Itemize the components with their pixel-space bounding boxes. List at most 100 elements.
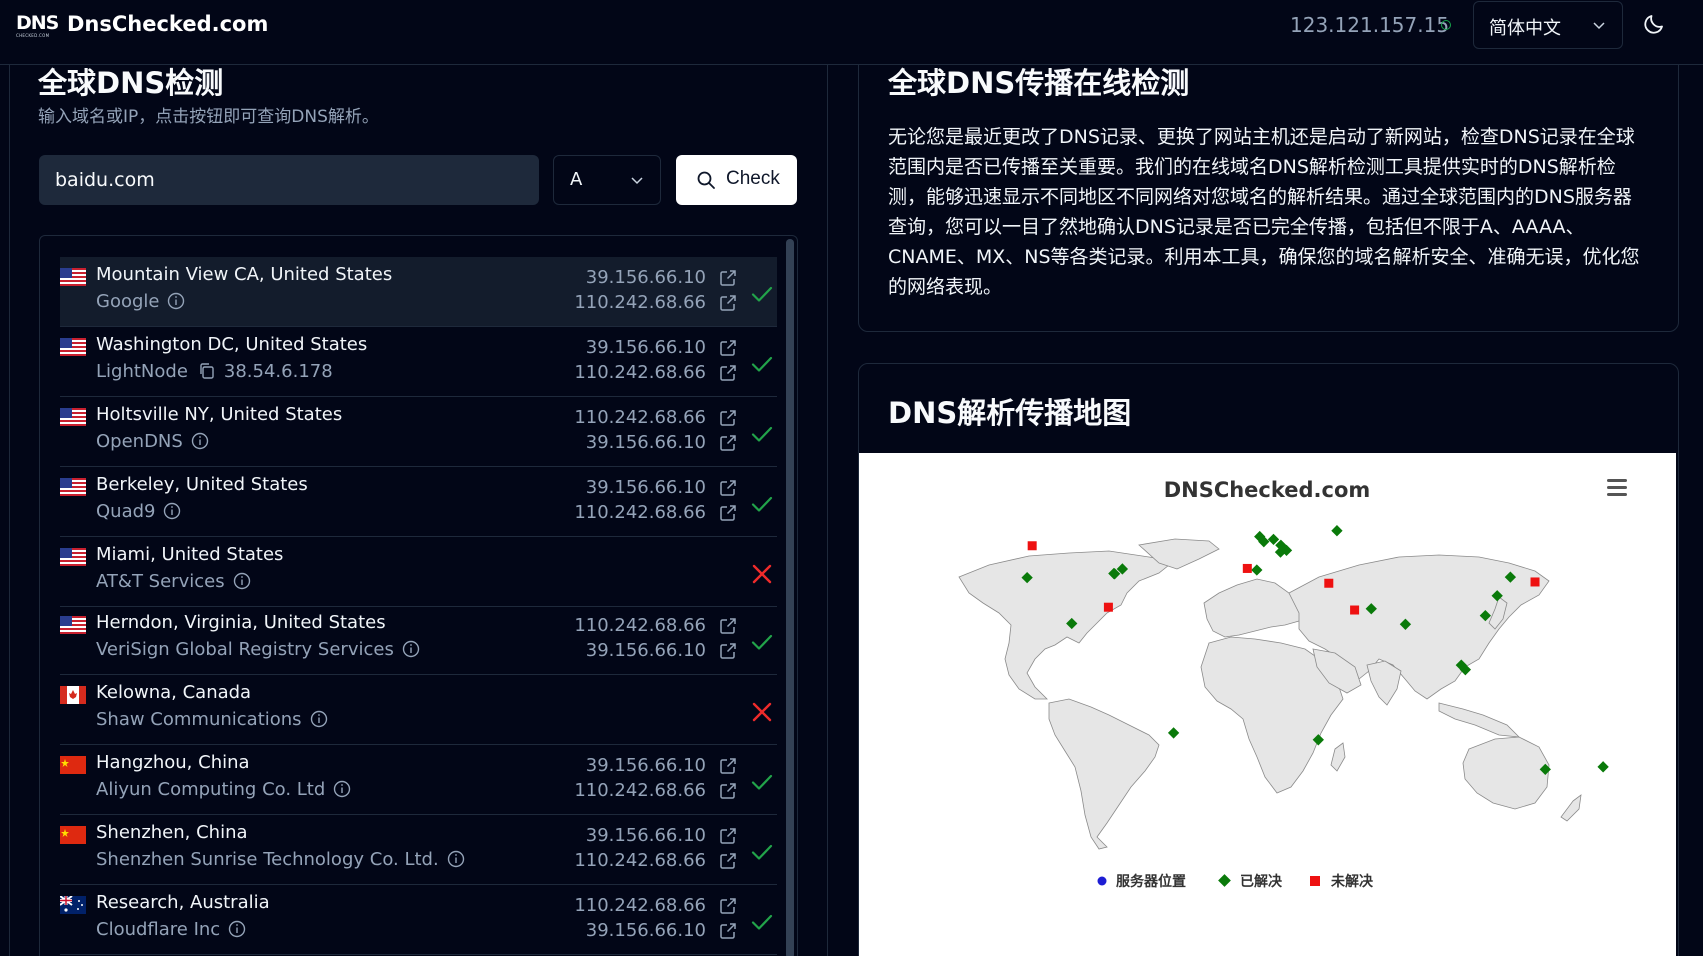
unresolved-marker[interactable]: [1324, 578, 1334, 588]
external-link-icon[interactable]: [719, 617, 737, 635]
result-row[interactable]: Research, Australia Cloudflare Inc 110.242…: [60, 885, 777, 955]
moon-icon[interactable]: [1642, 12, 1666, 36]
resolved-ip[interactable]: 39.156.66.10: [586, 825, 706, 846]
result-location: Washington DC, United States: [96, 334, 368, 355]
site-brand[interactable]: DnsChecked.com: [67, 12, 268, 36]
resolved-ip[interactable]: 39.156.66.10: [586, 432, 706, 453]
external-link-icon[interactable]: [719, 642, 737, 660]
legend-resolved-label[interactable]: 已解决: [1240, 873, 1283, 890]
result-row[interactable]: Washington DC, United States LightNode 38.…: [60, 327, 777, 397]
result-provider-line: OpenDNS: [96, 431, 209, 455]
resolved-marker[interactable]: [1597, 761, 1609, 773]
chevron-down-icon: [631, 177, 643, 185]
external-link-icon[interactable]: [719, 504, 737, 522]
about-title: 全球DNS传播在线检测: [888, 66, 1190, 100]
external-link-icon[interactable]: [719, 294, 737, 312]
world-map-chart: DNSChecked.com 服务器位置 已解决 未解决: [958, 478, 1627, 890]
info-icon[interactable]: [228, 920, 246, 943]
legend-resolved-marker: [1218, 874, 1231, 887]
external-link-icon[interactable]: [719, 434, 737, 452]
result-row[interactable]: Herndon, Virginia, United States VeriSign…: [60, 605, 777, 675]
results-scrollbar-thumb[interactable]: [786, 239, 794, 956]
info-icon[interactable]: [167, 292, 185, 315]
unresolved-marker[interactable]: [1530, 577, 1540, 587]
unresolved-marker[interactable]: [1027, 541, 1037, 551]
resolved-ip[interactable]: 39.156.66.10: [586, 755, 706, 776]
resolved-marker[interactable]: [1251, 564, 1263, 576]
domain-input[interactable]: [39, 155, 539, 205]
online-status-icon: [1441, 20, 1451, 30]
resolved-ip[interactable]: 39.156.66.10: [586, 267, 706, 288]
external-link-icon[interactable]: [719, 339, 737, 357]
info-icon[interactable]: [333, 780, 351, 803]
info-icon[interactable]: [163, 502, 181, 525]
external-link-icon[interactable]: [719, 269, 737, 287]
result-provider-line: Google: [96, 291, 185, 315]
dns-logo[interactable]: DNS CHECKED.COM: [16, 12, 59, 39]
resolved-ip[interactable]: 110.242.68.66: [574, 407, 706, 428]
new-zealand-shape: [1560, 794, 1582, 822]
result-location: Herndon, Virginia, United States: [96, 612, 386, 633]
result-provider: AT&T Services: [96, 571, 225, 592]
menu-icon[interactable]: [1607, 479, 1627, 496]
result-row[interactable]: Kelowna, Canada Shaw Communications: [60, 675, 777, 745]
result-row[interactable]: Mountain View CA, United States Google 39.…: [60, 257, 777, 327]
external-link-icon[interactable]: [719, 364, 737, 382]
external-link-icon[interactable]: [719, 897, 737, 915]
result-row[interactable]: Shenzhen, China Shenzhen Sunrise Technolo…: [60, 815, 777, 885]
resolved-ip[interactable]: 39.156.66.10: [586, 477, 706, 498]
language-select[interactable]: 简体中文: [1473, 1, 1623, 49]
unresolved-marker[interactable]: [1350, 605, 1360, 615]
result-row[interactable]: Holtsville NY, United States OpenDNS 110.2…: [60, 397, 777, 467]
info-icon[interactable]: [447, 850, 465, 873]
legend-unresolved-label[interactable]: 未解决: [1331, 873, 1374, 890]
flag-us-icon: [60, 268, 86, 286]
check-mark-icon: [750, 352, 774, 376]
result-row[interactable]: Miami, United States AT&T Services: [60, 537, 777, 607]
external-link-icon[interactable]: [719, 409, 737, 427]
copy-icon[interactable]: [198, 362, 216, 385]
resolved-ip[interactable]: 110.242.68.66: [574, 850, 706, 871]
resolved-marker[interactable]: [1331, 525, 1343, 537]
result-provider: VeriSign Global Registry Services: [96, 639, 394, 660]
resolved-ip[interactable]: 39.156.66.10: [586, 920, 706, 941]
info-icon[interactable]: [191, 432, 209, 455]
external-link-icon[interactable]: [719, 827, 737, 845]
legend-server-label[interactable]: 服务器位置: [1116, 873, 1186, 890]
external-link-icon[interactable]: [719, 922, 737, 940]
resolved-ip[interactable]: 39.156.66.10: [586, 337, 706, 358]
record-type-select[interactable]: A: [553, 155, 661, 205]
unresolved-marker[interactable]: [1242, 563, 1252, 573]
result-provider-line: VeriSign Global Registry Services: [96, 639, 420, 663]
logo-subtext: CHECKED.COM: [16, 33, 50, 38]
info-icon[interactable]: [402, 640, 420, 663]
resolved-ip[interactable]: 110.242.68.66: [574, 615, 706, 636]
external-link-icon[interactable]: [719, 479, 737, 497]
external-link-icon[interactable]: [719, 852, 737, 870]
resolved-ip[interactable]: 39.156.66.10: [586, 640, 706, 661]
info-icon[interactable]: [310, 710, 328, 733]
resolved-ip[interactable]: 110.242.68.66: [574, 362, 706, 383]
result-row[interactable]: Hangzhou, China Aliyun Computing Co. Ltd 3…: [60, 745, 777, 815]
info-icon[interactable]: [233, 572, 251, 595]
check-button[interactable]: Check: [676, 155, 797, 205]
chevron-down-icon: [1593, 22, 1605, 30]
result-location: Research, Australia: [96, 892, 270, 913]
result-location: Miami, United States: [96, 544, 284, 565]
resolved-ip[interactable]: 110.242.68.66: [574, 895, 706, 916]
external-link-icon[interactable]: [719, 782, 737, 800]
external-link-icon[interactable]: [719, 757, 737, 775]
legend-unresolved-marker: [1310, 876, 1320, 886]
check-mark-icon: [750, 770, 774, 794]
result-provider-line: Shaw Communications: [96, 709, 328, 733]
europe-shape: [1203, 578, 1308, 638]
resolved-marker[interactable]: [1167, 727, 1180, 739]
checker-title: 全球DNS检测: [38, 66, 224, 100]
unresolved-marker[interactable]: [1103, 602, 1113, 612]
resolved-ip[interactable]: 110.242.68.66: [574, 292, 706, 313]
flag-cn-icon: [60, 756, 86, 774]
resolved-ip[interactable]: 110.242.68.66: [574, 780, 706, 801]
result-row[interactable]: Berkeley, United States Quad9 39.156.66.10…: [60, 467, 777, 537]
resolved-ip[interactable]: 110.242.68.66: [574, 502, 706, 523]
logo-text: DNS: [16, 12, 59, 34]
